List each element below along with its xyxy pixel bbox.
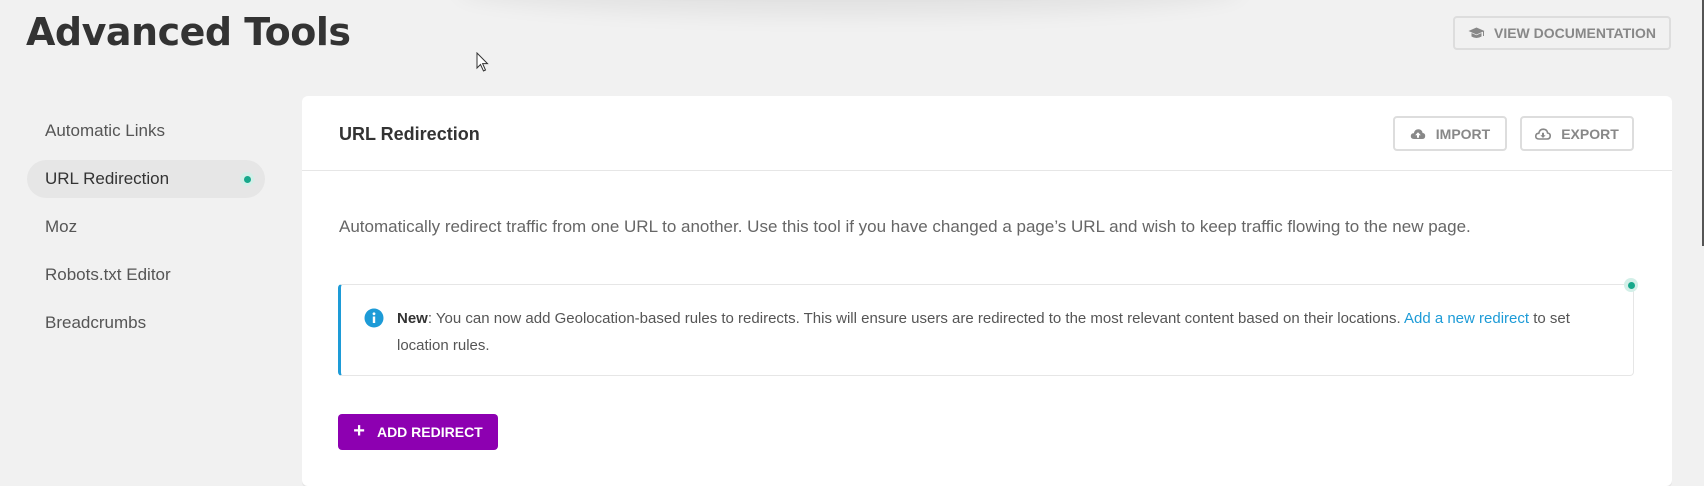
cloud-upload-icon: [1410, 128, 1425, 139]
sidebar-item-label: Moz: [45, 217, 78, 236]
top-shadow: [470, 0, 1230, 2]
page-title: Advanced Tools: [26, 10, 351, 54]
export-label: EXPORT: [1561, 125, 1619, 142]
sidebar-nav: Automatic Links URL Redirection Moz Robo…: [27, 112, 265, 352]
panel-description: Automatically redirect traffic from one …: [339, 217, 1471, 236]
panel-title: URL Redirection: [339, 124, 480, 144]
sidebar-item-url-redirection[interactable]: URL Redirection: [27, 160, 265, 198]
sidebar-item-label: URL Redirection: [45, 169, 170, 188]
sidebar-item-automatic-links[interactable]: Automatic Links: [27, 112, 265, 150]
cloud-download-icon: [1535, 127, 1552, 140]
url-redirection-panel: URL Redirection IMPORT EXPORT Automatica…: [302, 96, 1672, 486]
notice-status-dot: [1624, 278, 1638, 292]
info-icon: [364, 308, 384, 328]
sidebar-item-robots-txt-editor[interactable]: Robots.txt Editor: [27, 256, 265, 294]
mouse-cursor-icon: [476, 52, 489, 72]
view-documentation-button[interactable]: VIEW DOCUMENTATION: [1453, 16, 1671, 50]
export-button[interactable]: EXPORT: [1520, 116, 1634, 151]
add-redirect-button[interactable]: + ADD REDIRECT: [338, 414, 498, 450]
add-redirect-label: ADD REDIRECT: [376, 424, 483, 440]
info-notice: New: You can now add Geolocation-based r…: [338, 284, 1634, 376]
graduation-cap-icon: [1468, 27, 1485, 38]
sidebar-item-label: Breadcrumbs: [45, 313, 147, 332]
sidebar-item-moz[interactable]: Moz: [27, 208, 265, 246]
active-status-dot: [240, 172, 254, 186]
import-button[interactable]: IMPORT: [1393, 116, 1507, 151]
notice-new-label: New: [397, 310, 428, 327]
sidebar-item-label: Robots.txt Editor: [45, 265, 171, 284]
view-documentation-label: VIEW DOCUMENTATION: [1493, 25, 1657, 41]
sidebar-item-label: Automatic Links: [45, 121, 165, 140]
panel-header: URL Redirection IMPORT EXPORT: [302, 96, 1672, 171]
add-new-redirect-link[interactable]: Add a new redirect: [1404, 310, 1529, 327]
notice-text: : You can now add Geolocation-based rule…: [427, 310, 1404, 327]
plus-icon: +: [353, 419, 365, 442]
sidebar-item-breadcrumbs[interactable]: Breadcrumbs: [27, 304, 265, 342]
import-label: IMPORT: [1435, 125, 1491, 142]
